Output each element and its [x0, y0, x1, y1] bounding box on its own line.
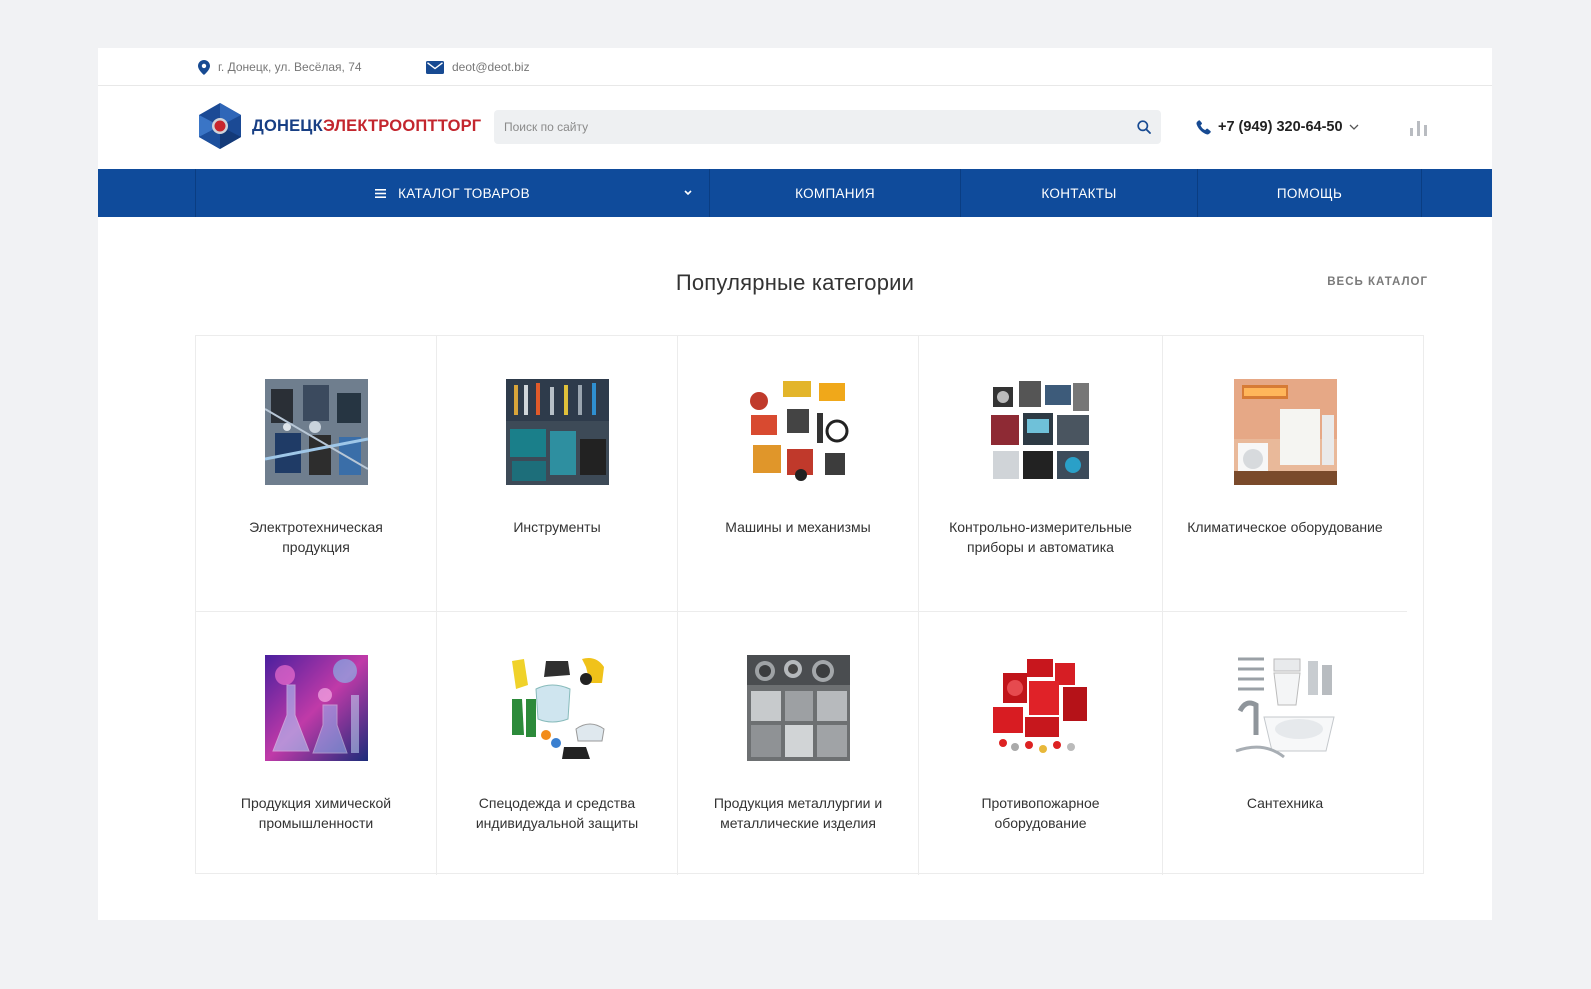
electrical-products-image: [264, 379, 368, 485]
search-icon: [1137, 120, 1151, 134]
envelope-icon: [426, 60, 444, 74]
categories-grid: Электротехническая продукция Инструменты: [195, 335, 1424, 875]
category-card-machinery[interactable]: Машины и механизмы: [678, 336, 919, 612]
page-container: г. Донецк, ул. Весёлая, 74 deot@deot.biz…: [98, 48, 1492, 920]
category-label: Климатическое оборудование: [1187, 519, 1383, 535]
category-card-fire[interactable]: Противопожарное оборудование: [919, 612, 1163, 875]
all-catalog-link[interactable]: ВЕСЬ КАТАЛОГ: [1327, 276, 1428, 288]
machinery-image: [746, 379, 850, 485]
category-label: Электротехническая продукция: [249, 519, 383, 555]
measuring-instruments-image: [989, 379, 1092, 485]
search-bar: [494, 110, 1161, 144]
nav-help-label: ПОМОЩЬ: [1276, 185, 1343, 201]
nav-catalog-label: КАТАЛОГ ТОВАРОВ: [398, 185, 530, 201]
category-card-plumbing[interactable]: Сантехника: [1163, 612, 1407, 875]
fire-equipment-image: [989, 655, 1092, 761]
tools-image: [505, 379, 609, 485]
protective-gear-image: [505, 655, 609, 761]
nav-help[interactable]: ПОМОЩЬ: [1197, 169, 1422, 217]
phone-icon: [1196, 120, 1211, 135]
address-link[interactable]: г. Донецк, ул. Весёлая, 74: [198, 48, 362, 86]
top-info-bar: г. Донецк, ул. Весёлая, 74 deot@deot.biz: [98, 48, 1492, 86]
location-pin-icon: [198, 59, 210, 75]
category-card-protective[interactable]: Спецодежда и средства индивидуальной защ…: [437, 612, 678, 875]
category-label: Спецодежда и средства индивидуальной защ…: [475, 795, 639, 831]
category-card-electrical[interactable]: Электротехническая продукция: [196, 336, 437, 612]
section-title: Популярные категории: [675, 270, 915, 295]
metal-products-image: [746, 655, 850, 761]
nav-company-label: КОМПАНИЯ: [795, 185, 875, 201]
compare-icon[interactable]: [1410, 118, 1427, 136]
main-navigation: КАТАЛОГ ТОВАРОВ КОМПАНИЯ КОНТАКТЫ ПОМОЩЬ: [98, 169, 1492, 217]
category-label: Сантехника: [1246, 795, 1324, 811]
logo-text-part1: ДОНЕЦК: [252, 116, 324, 135]
category-label: Инструменты: [513, 519, 601, 535]
logo-wordmark: ДОНЕЦКЭЛЕКТРООПТТОРГ: [252, 117, 481, 136]
category-label: Контрольно-измерительные приборы и автом…: [949, 519, 1132, 555]
logo-text-part2: ЭЛЕКТРООПТТОРГ: [323, 116, 482, 135]
nav-contacts[interactable]: КОНТАКТЫ: [960, 169, 1197, 217]
menu-icon: [375, 188, 387, 198]
phone-dropdown[interactable]: +7 (949) 320-64-50: [1196, 116, 1359, 138]
header: ДОНЕЦКЭЛЕКТРООПТТОРГ +7 (949) 320-64-50: [98, 86, 1492, 168]
category-card-measuring[interactable]: Контрольно-измерительные приборы и автом…: [919, 336, 1163, 612]
nav-catalog[interactable]: КАТАЛОГ ТОВАРОВ: [195, 169, 709, 217]
plumbing-image: [1233, 655, 1337, 761]
chemical-products-image: [264, 655, 368, 761]
category-label: Машины и механизмы: [725, 519, 871, 535]
site-logo[interactable]: ДОНЕЦКЭЛЕКТРООПТТОРГ: [198, 102, 481, 150]
search-button[interactable]: [1127, 110, 1161, 144]
nav-company[interactable]: КОМПАНИЯ: [709, 169, 960, 217]
category-label: Продукция металлургии и металлические из…: [713, 795, 883, 831]
nav-contacts-label: КОНТАКТЫ: [1041, 185, 1117, 201]
category-card-metal[interactable]: Продукция металлургии и металлические из…: [678, 612, 919, 875]
climate-equipment-image: [1233, 379, 1337, 485]
chevron-down-icon: [1349, 124, 1359, 130]
phone-number: +7 (949) 320-64-50: [1218, 119, 1343, 135]
address-text: г. Донецк, ул. Весёлая, 74: [218, 60, 362, 74]
category-label: Противопожарное оборудование: [981, 795, 1100, 831]
category-card-chemical[interactable]: Продукция химической промышленности: [196, 612, 437, 875]
chevron-down-icon: [684, 190, 692, 196]
search-input[interactable]: [494, 110, 1127, 144]
category-label: Продукция химической промышленности: [240, 795, 392, 831]
logo-hexagon-icon: [199, 103, 241, 149]
email-link[interactable]: deot@deot.biz: [426, 48, 530, 86]
email-text: deot@deot.biz: [452, 60, 530, 74]
category-card-climate[interactable]: Климатическое оборудование: [1163, 336, 1407, 612]
category-card-tools[interactable]: Инструменты: [437, 336, 678, 612]
